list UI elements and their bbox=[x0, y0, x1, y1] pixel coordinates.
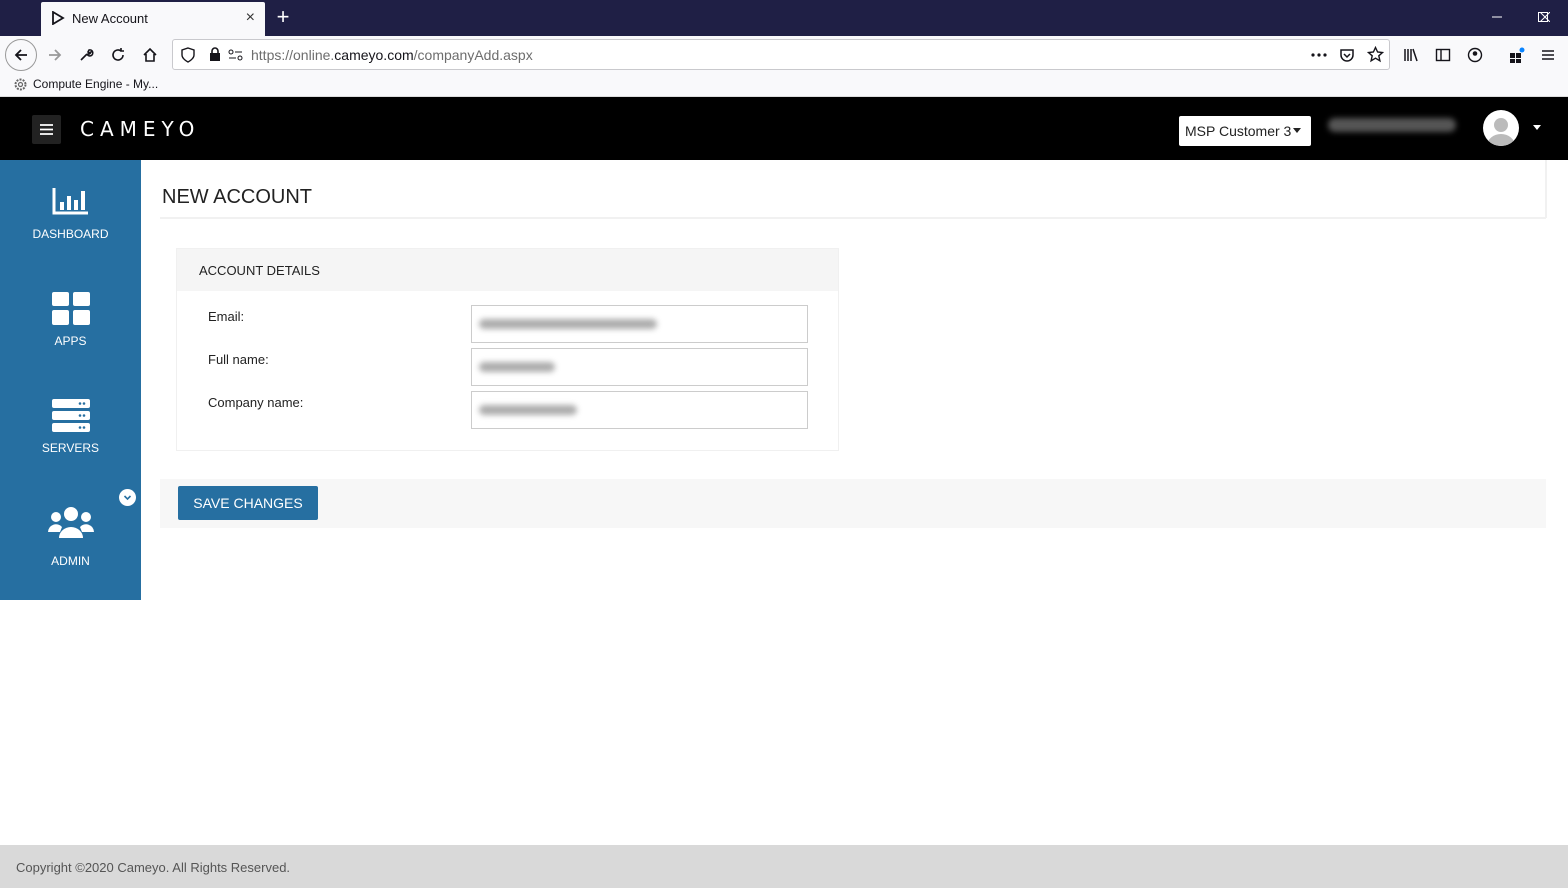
bookmark-star-icon[interactable] bbox=[1367, 46, 1384, 63]
account-details-panel: ACCOUNT DETAILS Email: Full name: Compan… bbox=[176, 248, 839, 451]
company-name-field[interactable] bbox=[471, 391, 808, 429]
window-close-icon[interactable] bbox=[1522, 0, 1568, 34]
sidebar: DASHBOARD APPS SERVERS ADMIN bbox=[0, 160, 141, 600]
extensions-icon bbox=[1510, 47, 1525, 63]
admin-expand-button[interactable] bbox=[119, 489, 136, 506]
server-icon bbox=[51, 399, 90, 432]
footer: Copyright ©2020 Cameyo. All Rights Reser… bbox=[0, 845, 1568, 888]
full-name-value-blurred bbox=[479, 362, 555, 372]
sidebar-item-label: ADMIN bbox=[51, 554, 90, 568]
menu-toggle-button[interactable] bbox=[32, 115, 61, 144]
wrench-icon bbox=[80, 49, 94, 61]
forward-button[interactable] bbox=[40, 40, 70, 70]
cameyo-logo[interactable]: CAMEYO bbox=[80, 117, 200, 141]
hamburger-menu-icon bbox=[1542, 50, 1554, 60]
page-title: NEW ACCOUNT bbox=[162, 186, 312, 208]
user-email-blurred bbox=[1328, 118, 1456, 132]
copyright-text: Copyright ©2020 Cameyo. All Rights Reser… bbox=[16, 860, 291, 875]
company-name-label: Company name: bbox=[208, 395, 304, 410]
title-divider bbox=[160, 217, 1546, 219]
sidebar-toggle-button[interactable] bbox=[1428, 40, 1458, 70]
reload-button[interactable] bbox=[103, 40, 133, 70]
cameyo-favicon-icon bbox=[52, 11, 65, 25]
back-button[interactable] bbox=[5, 39, 37, 71]
user-avatar-icon bbox=[1487, 118, 1515, 146]
save-changes-button[interactable]: SAVE CHANGES bbox=[178, 486, 318, 520]
app-header: CAMEYO MSP Customer 3 bbox=[0, 97, 1568, 160]
grid-icon bbox=[51, 292, 90, 325]
new-tab-button[interactable]: + bbox=[270, 4, 296, 30]
sidebar-item-apps[interactable]: APPS bbox=[0, 267, 141, 374]
lock-icon[interactable] bbox=[209, 47, 221, 62]
bookmark-compute-engine[interactable]: Compute Engine - My... bbox=[14, 77, 158, 91]
bookmarks-toolbar: Compute Engine - My... bbox=[0, 74, 1568, 97]
reload-icon bbox=[112, 48, 124, 61]
panel-title: ACCOUNT DETAILS bbox=[199, 263, 320, 278]
sidebar-item-label: SERVERS bbox=[41, 441, 100, 455]
panel-header: ACCOUNT DETAILS bbox=[177, 249, 838, 291]
customer-select[interactable]: MSP Customer 3 bbox=[1179, 116, 1311, 146]
full-name-field[interactable] bbox=[471, 348, 808, 386]
chevron-down-icon bbox=[123, 495, 132, 501]
chart-icon bbox=[52, 188, 88, 215]
sidebar-item-label: APPS bbox=[54, 334, 87, 348]
user-menu-caret-icon[interactable] bbox=[1533, 125, 1541, 130]
sidebar-icon bbox=[1435, 48, 1451, 62]
library-icon bbox=[1404, 48, 1418, 62]
pocket-icon[interactable] bbox=[1339, 47, 1355, 63]
avatar[interactable] bbox=[1483, 110, 1519, 146]
sidebar-item-servers[interactable]: SERVERS bbox=[0, 374, 141, 481]
account-icon bbox=[1467, 47, 1483, 63]
account-button[interactable] bbox=[1460, 40, 1490, 70]
address-bar[interactable]: https://online.cameyo.com/companyAdd.asp… bbox=[172, 39, 1390, 70]
library-button[interactable] bbox=[1396, 40, 1426, 70]
sidebar-item-label: DASHBOARD bbox=[32, 227, 109, 241]
permissions-icon[interactable] bbox=[228, 49, 243, 61]
extensions-button[interactable] bbox=[1502, 40, 1532, 70]
hamburger-icon bbox=[40, 124, 53, 135]
users-icon bbox=[47, 507, 94, 538]
customer-select-value: MSP Customer 3 bbox=[1185, 123, 1292, 139]
menu-button[interactable] bbox=[1533, 40, 1563, 70]
full-name-label: Full name: bbox=[208, 352, 269, 367]
arrow-right-icon bbox=[49, 49, 62, 61]
title-divider-right bbox=[1545, 160, 1547, 218]
bookmark-label: Compute Engine - My... bbox=[33, 77, 159, 91]
caret-down-icon bbox=[1293, 128, 1301, 133]
email-field[interactable] bbox=[471, 305, 808, 343]
more-actions-icon[interactable] bbox=[1311, 53, 1327, 57]
home-button[interactable] bbox=[135, 40, 165, 70]
browser-navbar: https://online.cameyo.com/companyAdd.asp… bbox=[0, 36, 1568, 74]
browser-tab[interactable]: New Account × bbox=[41, 2, 265, 36]
tools-button[interactable] bbox=[71, 40, 101, 70]
shield-icon[interactable] bbox=[181, 47, 195, 63]
tab-title: New Account bbox=[72, 11, 148, 26]
url-text[interactable]: https://online.cameyo.com/companyAdd.asp… bbox=[251, 47, 533, 63]
email-value-blurred bbox=[479, 319, 657, 329]
form-actions: SAVE CHANGES bbox=[160, 479, 1546, 528]
sidebar-item-dashboard[interactable]: DASHBOARD bbox=[0, 160, 141, 267]
gear-icon bbox=[14, 78, 27, 90]
arrow-left-icon bbox=[14, 49, 27, 61]
company-name-value-blurred bbox=[479, 405, 577, 415]
tab-close-icon[interactable]: × bbox=[246, 9, 255, 27]
browser-tabstrip: New Account × + bbox=[0, 0, 1568, 36]
email-label: Email: bbox=[208, 309, 245, 324]
home-icon bbox=[143, 47, 157, 62]
